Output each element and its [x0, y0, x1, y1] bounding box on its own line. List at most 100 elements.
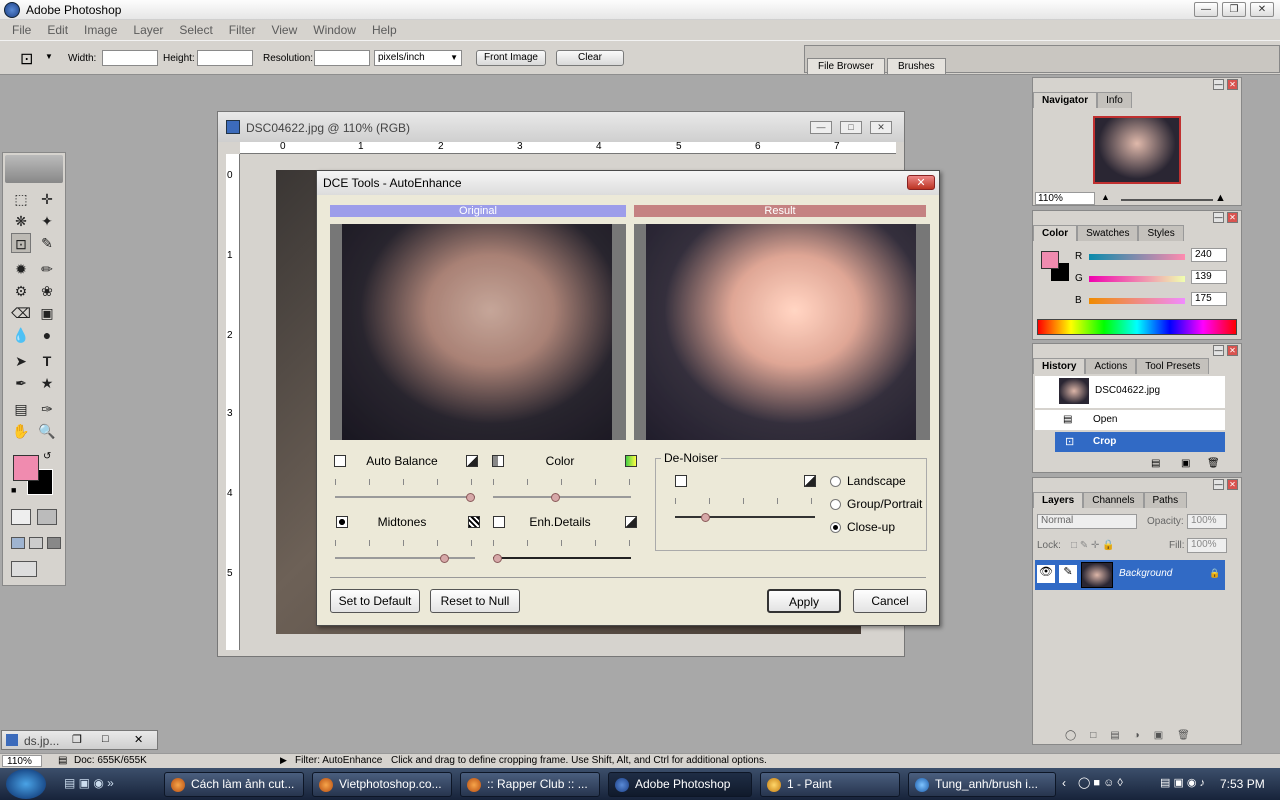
auto-balance-thumb[interactable]: [466, 493, 475, 502]
task-item-photoshop[interactable]: Adobe Photoshop: [608, 772, 752, 797]
hand-tool-icon[interactable]: ✋: [11, 421, 31, 441]
standard-mode-icon[interactable]: [11, 509, 31, 525]
panel-close-icon[interactable]: ✕: [1227, 79, 1238, 90]
layer-row-background[interactable]: 👁 ✎ Background 🔒: [1035, 560, 1225, 590]
layer-brush-icon[interactable]: ✎: [1059, 565, 1077, 583]
eraser-icon[interactable]: ⌫: [11, 303, 31, 323]
menu-image[interactable]: Image: [76, 23, 125, 37]
quickmask-mode-icon[interactable]: [37, 509, 57, 525]
task-item-paint[interactable]: 1 - Paint: [760, 772, 900, 797]
r-value[interactable]: 240: [1191, 248, 1227, 262]
color-fg-swatch[interactable]: [1041, 251, 1059, 269]
history-snapshot-row[interactable]: DSC04622.jpg: [1035, 376, 1225, 408]
pen-tool-icon[interactable]: ✒: [11, 373, 31, 393]
menu-file[interactable]: File: [4, 23, 39, 37]
task-item-3[interactable]: :: Rapper Club :: ...: [460, 772, 600, 797]
status-arrow-icon[interactable]: ▶: [280, 755, 287, 766]
menu-layer[interactable]: Layer: [125, 23, 171, 37]
color-track[interactable]: [493, 496, 631, 498]
blend-mode-select[interactable]: Normal: [1037, 514, 1137, 529]
panel-close-icon[interactable]: ✕: [1227, 212, 1238, 223]
new-snapshot-icon[interactable]: ▣: [1181, 458, 1190, 469]
tab-tool-presets[interactable]: Tool Presets: [1136, 358, 1210, 374]
history-brush-icon[interactable]: ❀: [37, 281, 57, 301]
menu-window[interactable]: Window: [305, 23, 364, 37]
adobe-eye-icon[interactable]: [5, 155, 63, 183]
zoom-tool-icon[interactable]: 🔍: [37, 421, 57, 441]
trash-icon[interactable]: 🗑: [1207, 458, 1220, 469]
task-item-2[interactable]: Vietphotoshop.co...: [312, 772, 452, 797]
healing-brush-icon[interactable]: ✹: [11, 259, 31, 279]
foreground-color-swatch[interactable]: [13, 455, 39, 481]
clear-button[interactable]: Clear: [556, 50, 624, 66]
start-button[interactable]: [6, 769, 46, 799]
minimize-button[interactable]: —: [1194, 2, 1218, 17]
minimized-document[interactable]: ds.jp... ❐ □ ✕: [1, 730, 158, 750]
doc-maximize-icon[interactable]: □: [102, 733, 109, 745]
units-select[interactable]: pixels/inch ▼: [374, 50, 462, 66]
panel-minimize-icon[interactable]: —: [1213, 212, 1224, 223]
gradient-icon[interactable]: ▣: [37, 303, 57, 323]
panel-close-icon[interactable]: ✕: [1227, 345, 1238, 356]
crop-tool-icon[interactable]: ⊡: [20, 49, 33, 69]
screen-mode-standard-icon[interactable]: [11, 537, 25, 549]
menu-select[interactable]: Select: [171, 23, 220, 37]
quick-launch-icons[interactable]: ▤ ▣ ◉ »: [64, 776, 114, 790]
dodge-tool-icon[interactable]: ●: [37, 325, 57, 345]
menu-edit[interactable]: Edit: [39, 23, 76, 37]
swap-colors-icon[interactable]: ↺: [43, 451, 51, 462]
group-portrait-radio[interactable]: [830, 499, 841, 510]
b-slider[interactable]: [1089, 298, 1185, 304]
navigator-zoom-field[interactable]: 110%: [1035, 192, 1095, 205]
lasso-tool-icon[interactable]: ❋: [11, 211, 31, 231]
crop-tool-icon[interactable]: ⊡: [11, 233, 31, 253]
tray-icons[interactable]: ◯ ■ ☺ ◊: [1078, 776, 1123, 789]
tab-channels[interactable]: Channels: [1083, 492, 1144, 508]
tray-expand-icon[interactable]: ‹: [1062, 776, 1066, 790]
denoiser-track[interactable]: [675, 516, 815, 518]
zoom-out-icon[interactable]: ▲: [1101, 192, 1110, 202]
set-to-default-button[interactable]: Set to Default: [330, 589, 420, 613]
restore-button[interactable]: ❐: [1222, 2, 1246, 17]
panel-close-icon[interactable]: ✕: [1227, 479, 1238, 490]
landscape-radio[interactable]: [830, 476, 841, 487]
doc-minimize-button[interactable]: —: [810, 121, 832, 134]
doc-close-button[interactable]: ✕: [870, 121, 892, 134]
cancel-button[interactable]: Cancel: [853, 589, 927, 613]
chevron-down-icon[interactable]: ▼: [45, 52, 53, 61]
magic-wand-icon[interactable]: ✦: [37, 211, 57, 231]
brush-tool-icon[interactable]: ✏: [37, 259, 57, 279]
g-value[interactable]: 139: [1191, 270, 1227, 284]
width-input[interactable]: [102, 50, 158, 66]
tab-styles[interactable]: Styles: [1138, 225, 1184, 241]
jump-to-imageready-icon[interactable]: [11, 561, 37, 577]
clone-stamp-icon[interactable]: ⚙: [11, 281, 31, 301]
task-item-1[interactable]: Cách làm ảnh cut...: [164, 772, 304, 797]
history-item-crop[interactable]: ⊡ Crop: [1055, 432, 1225, 452]
height-input[interactable]: [197, 50, 253, 66]
close-up-radio[interactable]: [830, 522, 841, 533]
new-document-icon[interactable]: ▤: [1151, 458, 1160, 469]
color-thumb[interactable]: [551, 493, 561, 502]
reset-to-null-button[interactable]: Reset to Null: [430, 589, 520, 613]
tab-swatches[interactable]: Swatches: [1077, 225, 1139, 241]
resolution-input[interactable]: [314, 50, 370, 66]
opacity-field[interactable]: 100%: [1187, 514, 1227, 529]
auto-balance-track[interactable]: [335, 496, 475, 498]
notes-tool-icon[interactable]: ▤: [11, 399, 31, 419]
enh-details-thumb[interactable]: [493, 554, 502, 563]
menu-help[interactable]: Help: [364, 23, 405, 37]
system-tray-icons[interactable]: ▤ ▣ ◉ ♪: [1160, 776, 1205, 789]
doc-restore-icon[interactable]: ❐: [72, 733, 82, 746]
zoom-in-icon[interactable]: ▲: [1215, 192, 1226, 204]
slice-tool-icon[interactable]: ✎: [37, 233, 57, 253]
color-ramp[interactable]: [1037, 319, 1237, 335]
type-tool-icon[interactable]: T: [37, 351, 57, 371]
close-button[interactable]: ✕: [1250, 2, 1274, 17]
enh-details-track[interactable]: [493, 557, 631, 559]
shape-tool-icon[interactable]: ★: [37, 373, 57, 393]
tab-actions[interactable]: Actions: [1085, 358, 1137, 374]
blur-tool-icon[interactable]: 💧: [11, 325, 31, 345]
panel-minimize-icon[interactable]: —: [1213, 79, 1224, 90]
dialog-close-button[interactable]: ✕: [907, 175, 935, 190]
